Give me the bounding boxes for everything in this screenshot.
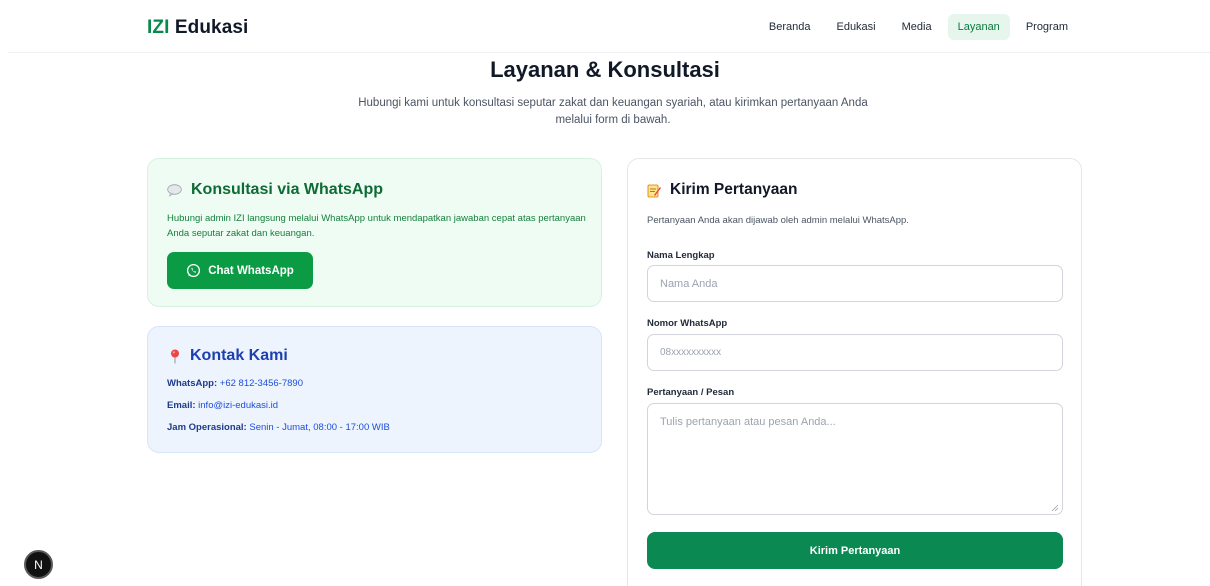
contact-email-label: Email:: [167, 400, 196, 411]
phone-label: Nomor WhatsApp: [647, 318, 728, 329]
contact-card-title-text: Kontak Kami: [190, 347, 288, 364]
whatsapp-card: Konsultasi via WhatsApp Hubungi admin IZ…: [147, 158, 602, 307]
contact-hours: Jam Operasional: Senin - Jumat, 08:00 - …: [167, 422, 390, 433]
contact-hours-label: Jam Operasional:: [167, 422, 247, 433]
chat-whatsapp-button[interactable]: Chat WhatsApp: [167, 252, 313, 289]
chat-whatsapp-label: Chat WhatsApp: [208, 264, 294, 277]
contact-hours-value: Senin - Jumat, 08:00 - 17:00 WIB: [249, 422, 390, 433]
message-placeholder: Tulis pertanyaan atau pesan Anda...: [660, 416, 836, 428]
contact-whatsapp-value: +62 812-3456-7890: [219, 378, 303, 389]
pin-icon: [170, 349, 180, 364]
contact-whatsapp-label: WhatsApp:: [167, 378, 218, 389]
nav-link-beranda[interactable]: Beranda: [759, 14, 821, 40]
message-label: Pertanyaan / Pesan: [647, 387, 735, 398]
phone-placeholder: 08xxxxxxxxxx: [660, 347, 722, 358]
nav-link-program[interactable]: Program: [1016, 14, 1078, 40]
dev-indicator-badge[interactable]: N: [24, 550, 53, 579]
form-title: Kirim Pertanyaan: [647, 181, 798, 199]
whatsapp-card-title: Konsultasi via WhatsApp: [167, 181, 383, 199]
nav-links: Beranda Edukasi Media Layanan Program: [759, 14, 1078, 40]
page-subtitle: Hubungi kami untuk konsultasi seputar za…: [358, 97, 868, 126]
contact-whatsapp: WhatsApp: +62 812-3456-7890: [167, 378, 303, 389]
speech-bubble-icon: [167, 183, 182, 197]
form-title-text: Kirim Pertanyaan: [670, 181, 798, 198]
nav-link-layanan[interactable]: Layanan: [947, 14, 1010, 40]
page-title: Layanan & Konsultasi: [490, 57, 720, 82]
name-placeholder: Nama Anda: [660, 277, 718, 290]
form-description: Pertanyaan Anda akan dijawab oleh admin …: [647, 215, 909, 226]
navbar: IZI Edukasi Beranda Edukasi Media Layana…: [8, 0, 1210, 53]
whatsapp-icon: [186, 263, 201, 278]
contact-card: Kontak Kami WhatsApp: +62 812-3456-7890 …: [147, 326, 602, 453]
memo-icon: [647, 183, 661, 198]
contact-email: Email: info@izi-edukasi.id: [167, 400, 278, 411]
brand-name: Edukasi: [174, 17, 249, 38]
contact-email-value: info@izi-edukasi.id: [198, 400, 279, 411]
contact-card-title: Kontak Kami: [170, 347, 288, 365]
brand-logo[interactable]: IZI Edukasi: [147, 17, 248, 39]
whatsapp-card-title-text: Konsultasi via WhatsApp: [191, 181, 384, 198]
nav-link-media[interactable]: Media: [892, 14, 942, 40]
brand-accent: IZI: [147, 17, 170, 38]
resize-handle-icon[interactable]: [1051, 503, 1059, 512]
name-input[interactable]: Nama Anda: [647, 265, 1063, 302]
whatsapp-number-input[interactable]: 08xxxxxxxxxx: [647, 334, 1063, 371]
question-form-card: Kirim Pertanyaan Pertanyaan Anda akan di…: [627, 158, 1082, 586]
whatsapp-card-description: Hubungi admin IZI langsung melalui Whats…: [167, 213, 586, 239]
submit-question-button[interactable]: Kirim Pertanyaan: [647, 532, 1063, 569]
nav-link-edukasi[interactable]: Edukasi: [826, 14, 885, 40]
name-label: Nama Lengkap: [647, 250, 715, 261]
message-textarea[interactable]: Tulis pertanyaan atau pesan Anda...: [647, 403, 1063, 515]
